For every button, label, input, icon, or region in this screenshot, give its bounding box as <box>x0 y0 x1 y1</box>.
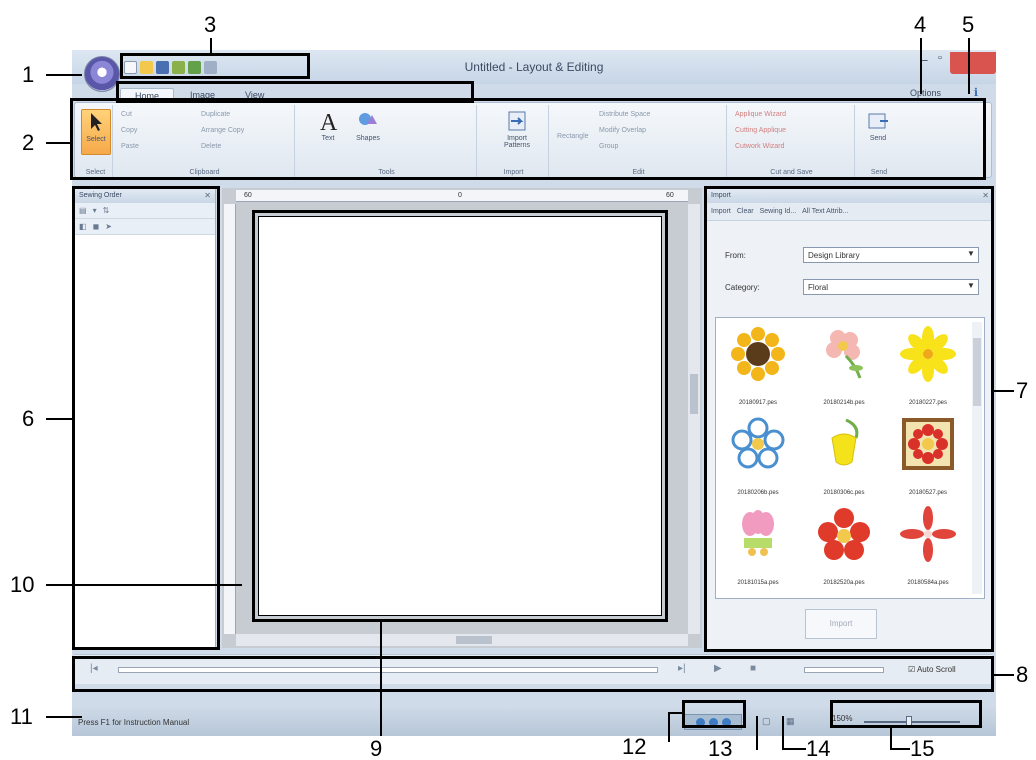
callout-label: 11 <box>10 704 33 729</box>
callout-line <box>210 38 212 54</box>
callout-line <box>380 622 382 736</box>
grid-icon[interactable]: ▦ <box>786 716 795 727</box>
view-icon[interactable]: ▢ <box>762 716 771 727</box>
callout-line <box>920 38 922 94</box>
callout-line <box>782 748 806 750</box>
callout-box-15 <box>830 700 982 728</box>
callout-line <box>994 674 1014 676</box>
ruler-label: 0 <box>458 192 462 199</box>
callout-line <box>46 584 242 586</box>
callout-label: 12 <box>622 734 647 759</box>
callout-box-2 <box>70 98 986 180</box>
callout-label: 1 <box>22 62 35 87</box>
callout-label: 3 <box>204 12 217 37</box>
callout-box-12 <box>682 700 746 728</box>
horizontal-ruler: 60 0 60 <box>236 190 688 202</box>
callout-label: 4 <box>914 12 927 37</box>
scroll-thumb[interactable] <box>690 374 698 414</box>
help-icon[interactable]: ℹ <box>970 86 982 99</box>
callout-box-7 <box>704 186 994 652</box>
close-icon[interactable] <box>950 52 996 74</box>
callout-line <box>46 142 72 144</box>
horizontal-scrollbar[interactable] <box>236 634 688 646</box>
callout-box-6 <box>72 186 220 650</box>
callout-label: 7 <box>1016 378 1029 403</box>
callout-box-9 <box>252 210 668 622</box>
callout-line <box>668 712 682 714</box>
callout-line <box>46 418 72 420</box>
ruler-label: 60 <box>666 192 674 199</box>
callout-label: 14 <box>806 736 831 760</box>
callout-line <box>890 748 910 750</box>
callout-label: 9 <box>370 736 383 760</box>
callout-line <box>46 716 82 718</box>
callout-box-3 <box>120 53 310 79</box>
callout-line <box>994 390 1014 392</box>
page: Untitled - Layout & Editing – ▫ Home Ima… <box>0 0 1036 760</box>
callout-label: 13 <box>708 736 733 760</box>
callout-label: 6 <box>22 406 35 431</box>
options-menu[interactable]: Options <box>910 88 941 98</box>
callout-line <box>46 74 82 76</box>
callout-line <box>668 712 670 742</box>
status-text: Press F1 for Instruction Manual <box>78 718 190 727</box>
callout-line <box>890 728 892 750</box>
callout-label: 15 <box>910 736 935 760</box>
callout-label: 10 <box>10 572 35 597</box>
callout-label: 2 <box>22 130 35 155</box>
callout-label: 5 <box>962 12 975 37</box>
callout-line <box>756 716 758 750</box>
callout-line <box>968 38 970 94</box>
callout-box-8 <box>72 656 994 692</box>
scroll-thumb[interactable] <box>456 636 492 644</box>
ruler-label: 60 <box>244 192 252 199</box>
vertical-ruler <box>224 204 236 634</box>
callout-label: 8 <box>1016 662 1029 687</box>
callout-line <box>782 716 784 750</box>
maximize-icon[interactable]: ▫ <box>930 52 950 74</box>
vertical-scrollbar[interactable] <box>688 204 700 634</box>
